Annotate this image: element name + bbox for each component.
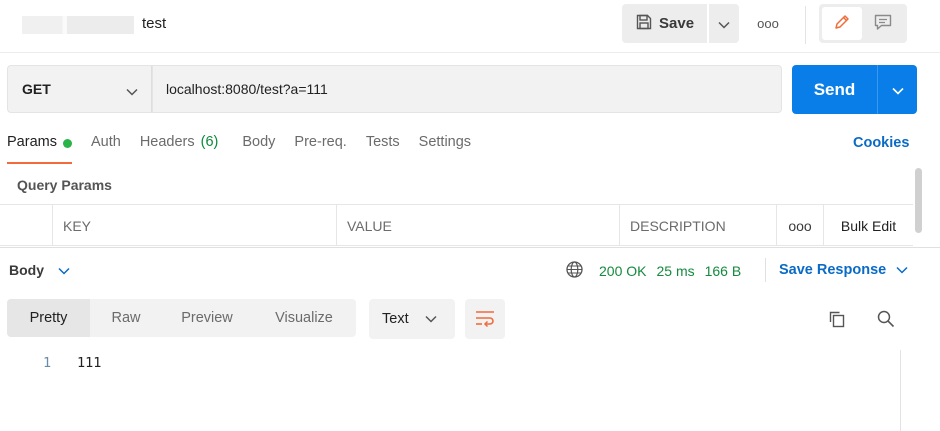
cookies-link[interactable]: Cookies [853,135,909,151]
chevron-down-icon [126,83,138,99]
edit-mode-button[interactable] [822,7,862,40]
response-size[interactable]: 166 B [705,263,742,279]
send-options-button[interactable] [878,65,917,114]
response-view-tabs: Pretty Raw Preview Visualize [7,299,356,337]
divider [765,258,766,282]
status-code[interactable]: 200 OK [599,263,646,279]
request-pane-scrollbar[interactable] [915,168,922,233]
url-input[interactable]: localhost:8080/test?a=111 [152,65,782,113]
tab-label: Settings [418,134,472,150]
view-tab-visualize[interactable]: Visualize [252,299,356,337]
top-bar: test Save ooo [0,0,940,50]
wrap-lines-icon [474,309,496,330]
save-button[interactable]: Save [622,4,707,43]
bulk-edit-button[interactable]: Bulk Edit [824,205,913,246]
url-text: localhost:8080/test?a=111 [166,81,328,97]
column-header-value: VALUE [337,205,620,246]
tab-label: Auth [90,134,121,150]
save-label: Save [659,15,695,32]
tab-label: Headers [139,134,195,150]
chevron-down-icon [891,82,904,98]
pencil-icon [833,13,851,34]
editor-scrollbar[interactable] [900,350,901,431]
divider [151,66,152,112]
wrap-lines-button[interactable] [465,299,505,339]
view-tab-raw[interactable]: Raw [90,299,162,337]
more-actions-button[interactable]: ooo [752,10,784,36]
chevron-down-icon [896,262,908,278]
divider [0,52,940,53]
request-tabs: Params Auth Headers (6) Body Pre-req. Te… [7,134,490,164]
method-select[interactable]: GET [7,65,152,113]
column-header-description: DESCRIPTION [620,205,777,246]
column-header-key: KEY [53,205,337,246]
pane-splitter[interactable] [0,247,940,248]
save-group: Save [622,4,739,44]
response-time[interactable]: 25 ms [656,263,694,279]
globe-icon[interactable] [565,260,584,282]
tab-pre-request[interactable]: Pre-req. [294,134,346,164]
view-tab-pretty[interactable]: Pretty [7,299,90,337]
params-table-header: KEY VALUE DESCRIPTION ooo Bulk Edit [0,204,913,246]
request-name[interactable]: test [142,15,166,32]
params-active-dot-icon [62,139,72,148]
save-response-button[interactable]: Save Response [779,262,908,278]
select-all-cell [0,205,53,246]
comments-button[interactable] [862,7,904,40]
search-response-button[interactable] [872,306,900,334]
chevron-down-icon [425,311,437,327]
tab-params[interactable]: Params [7,134,72,164]
tab-label: Params [7,134,57,150]
tab-auth[interactable]: Auth [91,134,121,164]
send-group: Send [792,65,917,114]
mode-toggle [819,4,907,43]
response-body-dropdown[interactable]: Body [9,262,70,278]
divider [805,6,806,44]
comment-icon [873,13,893,34]
view-tab-preview[interactable]: Preview [162,299,252,337]
more-icon: ooo [757,15,779,31]
column-options-button[interactable]: ooo [777,205,824,246]
method-label: GET [22,81,51,97]
response-body-label: Body [9,262,44,278]
tab-label: Body [242,134,276,150]
save-options-button[interactable] [709,4,739,43]
copy-response-button[interactable] [823,306,851,334]
search-icon [876,309,896,332]
save-icon [635,13,653,35]
collection-breadcrumb[interactable] [22,16,134,34]
tab-settings[interactable]: Settings [419,134,471,164]
tab-label: Pre-req. [294,134,347,150]
chevron-down-icon [718,16,730,32]
query-params-title: Query Params [17,177,112,193]
response-meta: 200 OK 25 ms 166 B [565,260,741,282]
send-label: Send [813,79,856,99]
save-response-label: Save Response [779,262,887,278]
response-format-select[interactable]: Text [369,299,455,339]
response-line[interactable]: 111 [77,355,101,371]
tab-tests[interactable]: Tests [366,134,400,164]
more-icon: ooo [788,217,812,234]
format-label: Text [382,311,409,327]
copy-icon [827,309,847,332]
headers-count: (6) [200,134,219,150]
line-number: 1 [43,355,52,371]
send-button[interactable]: Send [792,65,877,114]
tab-body[interactable]: Body [242,134,275,164]
tab-label: Tests [365,134,400,150]
tab-headers[interactable]: Headers (6) [140,134,219,164]
chevron-down-icon [58,262,70,278]
